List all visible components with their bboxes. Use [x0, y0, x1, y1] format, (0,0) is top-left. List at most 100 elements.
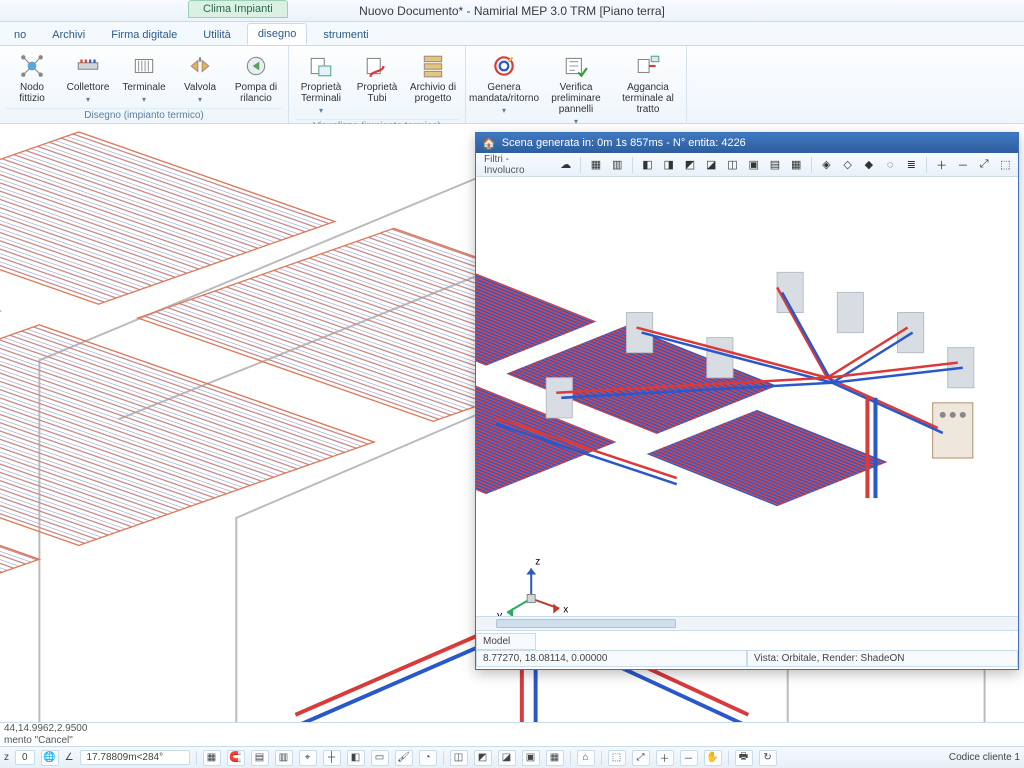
- viewer3d-titlebar[interactable]: 🏠 Scena generata in: 0m 1s 857ms - N° en…: [476, 133, 1018, 153]
- sb-pan-icon[interactable]: ✋: [704, 750, 722, 766]
- sb-print-icon[interactable]: 🖶: [735, 750, 753, 766]
- rbtn-label: Valvola: [184, 82, 216, 93]
- view-front-icon[interactable]: ▦: [587, 156, 604, 174]
- rbtn-label: Archivio di progetto: [409, 82, 457, 104]
- rbtn-collettore[interactable]: Collettore ▾: [62, 50, 114, 106]
- cube-right-icon[interactable]: ◪: [703, 156, 720, 174]
- rbtn-label: Terminale: [122, 82, 165, 93]
- title-bar: Clima Impianti Nuovo Documento* - Namiri…: [0, 0, 1024, 22]
- status-angle[interactable]: 17.78809m<284°: [80, 750, 190, 765]
- cube-left-icon[interactable]: ◩: [681, 156, 698, 174]
- sb-layers-icon[interactable]: ▦: [203, 750, 221, 766]
- sb-cube4-icon[interactable]: ▣: [522, 750, 540, 766]
- view-back-icon[interactable]: ▥: [609, 156, 626, 174]
- rbtn-prop-tubi[interactable]: Proprietà Tubi: [351, 50, 403, 117]
- rbtn-terminale[interactable]: Terminale▾: [118, 50, 170, 106]
- tab-archivi[interactable]: Archivi: [42, 25, 95, 45]
- chevron-down-icon: ▾: [502, 106, 506, 115]
- zoom-window-icon[interactable]: ⬚: [997, 156, 1014, 174]
- rbtn-nodo-fittizio[interactable]: Nodo fittizio: [6, 50, 58, 106]
- sb-zoomin-icon[interactable]: ＋: [656, 750, 674, 766]
- rbtn-label: Proprietà Tubi: [353, 82, 401, 104]
- rbtn-genera[interactable]: Genera mandata/ritorno▾: [472, 50, 536, 128]
- cube-top-icon[interactable]: ◨: [660, 156, 677, 174]
- node-icon: [18, 52, 46, 80]
- radiator-icon: [130, 52, 158, 80]
- command-bar[interactable]: 44,14.9962,2.9500 mento "Cancel": [0, 722, 1024, 746]
- tab-no[interactable]: no: [4, 25, 36, 45]
- sb-cube2-icon[interactable]: ◩: [474, 750, 492, 766]
- rbtn-archivio[interactable]: Archivio di progetto: [407, 50, 459, 117]
- ghost-icon[interactable]: ◌: [882, 156, 899, 174]
- rbtn-valvola[interactable]: Valvola▾: [174, 50, 226, 106]
- sb-zoomwin-icon[interactable]: ⬚: [608, 750, 626, 766]
- rbtn-verifica[interactable]: Verifica preliminare pannelli▾: [540, 50, 612, 128]
- viewer3d-toolbar: Filtri - Involucro ☁ ▦ ▥ ◧ ◨ ◩ ◪ ◫ ▣ ▤ ▦…: [476, 153, 1018, 177]
- rbtn-label: Aggancia terminale al tratto: [618, 82, 678, 115]
- shade-icon[interactable]: ◈: [818, 156, 835, 174]
- archive-icon: [419, 52, 447, 80]
- rbtn-prop-terminali[interactable]: Proprietà Terminali ▾: [295, 50, 347, 117]
- rbtn-label: Nodo fittizio: [8, 82, 56, 104]
- sb-refresh-icon[interactable]: ↻: [759, 750, 777, 766]
- viewer3d-render: Vista: Orbitale, Render: ShadeON: [747, 650, 1018, 667]
- zoom-out-icon[interactable]: －: [954, 156, 971, 174]
- cube-persp-icon[interactable]: ▤: [766, 156, 783, 174]
- sb-ucs-icon[interactable]: ◧: [347, 750, 365, 766]
- sb-home-icon[interactable]: ⌂: [577, 750, 595, 766]
- status-customer: Codice cliente 1: [949, 752, 1020, 763]
- rbtn-pompa[interactable]: Pompa di rilancio: [230, 50, 282, 106]
- sb-zoomout-icon[interactable]: －: [680, 750, 698, 766]
- status-z-field[interactable]: 0: [15, 750, 35, 765]
- cube-front-icon[interactable]: ◫: [724, 156, 741, 174]
- status-bar: z 0 🌐 ∠ 17.78809m<284° ▦ 🧲 ▤ ▥ ⌖ ┼ ◧ ▭ 🖌…: [0, 746, 1024, 768]
- cube-iso-icon[interactable]: ◧: [639, 156, 656, 174]
- chevron-down-icon: ▾: [319, 106, 323, 115]
- gen-icon: [490, 52, 518, 80]
- tab-disegno[interactable]: disegno: [247, 23, 308, 45]
- viewer3d-canvas[interactable]: x y z: [476, 177, 1018, 616]
- sb-select-icon[interactable]: ▭: [371, 750, 389, 766]
- prop-pipe-icon: [363, 52, 391, 80]
- wire-icon[interactable]: ◇: [839, 156, 856, 174]
- rbtn-aggancia[interactable]: Aggancia terminale al tratto: [616, 50, 680, 128]
- rbtn-label: Pompa di rilancio: [232, 82, 280, 104]
- sb-cube5-icon[interactable]: ▦: [546, 750, 564, 766]
- globe-icon[interactable]: 🌐: [41, 750, 59, 766]
- sb-grid-icon[interactable]: ▤: [251, 750, 269, 766]
- rbtn-label: Collettore: [67, 82, 110, 93]
- viewer3d-filter-label[interactable]: Filtri - Involucro: [480, 154, 553, 176]
- snap-icon: [634, 52, 662, 80]
- sb-cube3-icon[interactable]: ◪: [498, 750, 516, 766]
- viewer3d-scrollbar[interactable]: [476, 616, 1018, 630]
- zoom-fit-icon[interactable]: ⤢: [975, 156, 992, 174]
- viewer3d-coords: 8.77270, 18.08114, 0.00000: [476, 650, 747, 667]
- window-title: Nuovo Documento* - Namirial MEP 3.0 TRM …: [0, 4, 1024, 18]
- valve-icon: [186, 52, 214, 80]
- sb-paint-icon[interactable]: 🖌: [395, 750, 413, 766]
- tab-firma[interactable]: Firma digitale: [101, 25, 187, 45]
- viewer3d-window[interactable]: 🏠 Scena generata in: 0m 1s 857ms - N° en…: [475, 132, 1019, 670]
- sb-magnet-icon[interactable]: 🧲: [227, 750, 245, 766]
- sb-drop-icon[interactable]: ◔: [419, 750, 437, 766]
- layers-icon[interactable]: ≣: [903, 156, 920, 174]
- chevron-down-icon: ▾: [86, 95, 90, 104]
- manifold-icon: [74, 52, 102, 80]
- filter-icon[interactable]: ☁: [557, 156, 574, 174]
- tab-utilita[interactable]: Utilità: [193, 25, 241, 45]
- sb-grid2-icon[interactable]: ▥: [275, 750, 293, 766]
- viewer3d-tab-model[interactable]: Model: [476, 633, 536, 650]
- tab-strumenti[interactable]: strumenti: [313, 25, 378, 45]
- sb-ortho-icon[interactable]: ┼: [323, 750, 341, 766]
- zoom-in-icon[interactable]: ＋: [933, 156, 950, 174]
- cube-back-icon[interactable]: ▣: [745, 156, 762, 174]
- sb-cube1-icon[interactable]: ◫: [450, 750, 468, 766]
- rbtn-label: Proprietà Terminali: [297, 82, 345, 104]
- sb-zoomfit-icon[interactable]: ⤢: [632, 750, 650, 766]
- ribbon-group-caption: Disegno (impianto termico): [6, 108, 282, 121]
- angle-icon: ∠: [65, 752, 74, 763]
- cube-ortho-icon[interactable]: ▦: [788, 156, 805, 174]
- hidden-icon[interactable]: ◆: [860, 156, 877, 174]
- sb-snap-icon[interactable]: ⌖: [299, 750, 317, 766]
- ribbon: Nodo fittizio Collettore▾ Terminale▾ Val…: [0, 46, 1024, 124]
